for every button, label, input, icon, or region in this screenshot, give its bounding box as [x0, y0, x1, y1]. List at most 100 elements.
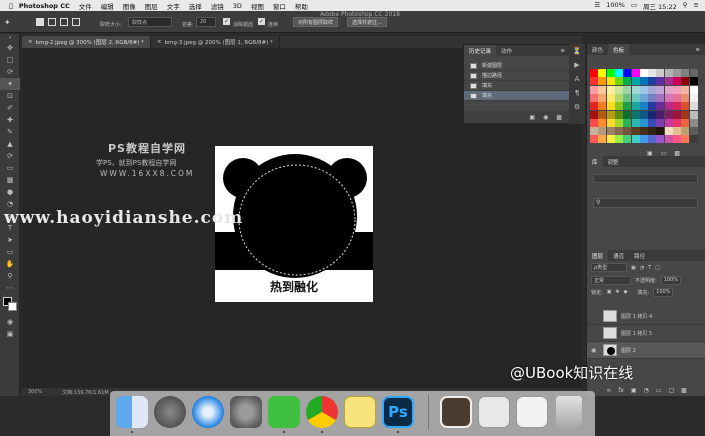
- library-select[interactable]: [593, 174, 698, 183]
- more-tools-icon[interactable]: ⋯: [0, 282, 20, 294]
- system-preferences-icon[interactable]: [230, 396, 262, 428]
- tolerance-input[interactable]: 20: [196, 17, 216, 27]
- color-swatch[interactable]: [590, 85, 598, 94]
- menu-type[interactable]: 文字: [167, 1, 180, 11]
- color-swatch[interactable]: [656, 93, 665, 102]
- new-layer-icon[interactable]: □: [668, 387, 674, 394]
- tab-color[interactable]: 颜色: [587, 46, 608, 54]
- color-swatch[interactable]: [614, 69, 623, 77]
- snapshot-icon[interactable]: ▣: [529, 114, 535, 121]
- color-swatch[interactable]: [631, 127, 640, 136]
- magic-wand-tool-icon[interactable]: ✦: [0, 78, 20, 90]
- color-swatch[interactable]: [623, 69, 632, 77]
- clock[interactable]: 周三 15:22: [643, 1, 677, 11]
- color-swatch[interactable]: [689, 110, 698, 119]
- zoom-tool-icon[interactable]: ⚲: [0, 270, 20, 282]
- menu-view[interactable]: 视图: [251, 1, 264, 11]
- color-swatch[interactable]: [656, 110, 665, 119]
- color-swatch[interactable]: [689, 93, 698, 102]
- color-swatch[interactable]: [681, 102, 690, 111]
- add-selection-icon[interactable]: [48, 18, 56, 26]
- color-swatch[interactable]: [614, 102, 623, 111]
- color-swatch[interactable]: [689, 77, 698, 86]
- color-swatch[interactable]: [639, 85, 648, 94]
- adjustment-icon[interactable]: ◔: [644, 387, 649, 394]
- color-swatch[interactable]: [614, 135, 623, 144]
- crop-tool-icon[interactable]: ⊡: [0, 90, 20, 102]
- color-swatch[interactable]: [590, 77, 598, 86]
- mask-icon[interactable]: ▣: [631, 387, 637, 394]
- blend-mode-select[interactable]: 正常: [591, 275, 631, 285]
- color-swatch[interactable]: [689, 127, 698, 136]
- menu-3d[interactable]: 3D: [233, 2, 242, 10]
- color-swatch[interactable]: [623, 85, 632, 94]
- shape-tool-icon[interactable]: ▭: [0, 246, 20, 258]
- window-thumb-2-icon[interactable]: [516, 396, 548, 428]
- eye-icon[interactable]: ◉: [591, 347, 599, 354]
- camera-icon[interactable]: ◉: [543, 114, 548, 121]
- color-swatch[interactable]: [623, 110, 632, 119]
- color-swatch[interactable]: [689, 85, 698, 94]
- color-swatch[interactable]: [673, 77, 681, 86]
- color-swatch[interactable]: [648, 118, 657, 127]
- color-swatch[interactable]: [631, 85, 640, 94]
- color-swatch[interactable]: [590, 69, 598, 77]
- color-swatch[interactable]: [648, 85, 657, 94]
- color-swatch[interactable]: [623, 135, 632, 144]
- menu-layer[interactable]: 图层: [145, 1, 158, 11]
- panel-menu-icon[interactable]: ≡: [555, 48, 570, 54]
- color-swatch[interactable]: [656, 135, 665, 144]
- marquee-tool-icon[interactable]: □: [0, 54, 20, 66]
- notes-icon[interactable]: [344, 396, 376, 428]
- color-swatch[interactable]: [681, 85, 690, 94]
- adjust-panel-icon[interactable]: ⚙: [569, 100, 585, 114]
- color-swatch[interactable]: [664, 135, 673, 144]
- color-swatch[interactable]: [598, 135, 607, 144]
- panel-menu-icon[interactable]: ≡: [690, 47, 705, 53]
- history-brush-tool-icon[interactable]: ⟳: [0, 150, 20, 162]
- color-swatch[interactable]: [681, 127, 690, 136]
- color-swatch[interactable]: [623, 127, 632, 136]
- wechat-icon[interactable]: [268, 396, 300, 428]
- menu-image[interactable]: 图像: [123, 1, 136, 11]
- color-swatch[interactable]: [648, 102, 657, 111]
- menu-list-icon[interactable]: ≡: [694, 1, 699, 11]
- color-swatch[interactable]: [590, 118, 598, 127]
- color-swatch[interactable]: [656, 77, 665, 86]
- color-swatch[interactable]: [673, 69, 681, 77]
- color-swatch[interactable]: [614, 93, 623, 102]
- apple-icon[interactable]: : [9, 2, 13, 10]
- search-icon[interactable]: ⚲: [683, 1, 688, 11]
- color-swatch[interactable]: [656, 118, 665, 127]
- magic-wand-tool-icon[interactable]: ✦: [4, 18, 11, 27]
- color-swatch[interactable]: [639, 69, 648, 77]
- sample-size-select[interactable]: 取样点: [128, 17, 172, 27]
- menu-file[interactable]: 文件: [79, 1, 92, 11]
- color-swatch[interactable]: [673, 93, 681, 102]
- layer-row-selected[interactable]: ◉ 图层 2: [587, 342, 705, 359]
- color-swatch[interactable]: [598, 102, 607, 111]
- color-swatch[interactable]: [590, 93, 598, 102]
- color-swatch[interactable]: [681, 110, 690, 119]
- menu-app-name[interactable]: Photoshop CC: [19, 2, 70, 10]
- history-item[interactable]: 描边路径: [464, 71, 570, 81]
- color-swatch[interactable]: [664, 102, 673, 111]
- color-swatch[interactable]: [639, 93, 648, 102]
- tab-doc-1[interactable]: × bmg-2.jpeg @ 300% (图层 2, RGB/8#) *: [22, 36, 151, 48]
- color-swatch[interactable]: [614, 118, 623, 127]
- color-swatch[interactable]: [606, 77, 615, 86]
- color-swatch[interactable]: [656, 69, 665, 77]
- color-swatch[interactable]: [606, 93, 615, 102]
- color-swatch[interactable]: [689, 102, 698, 111]
- color-swatch[interactable]: [673, 85, 681, 94]
- menu-select[interactable]: 选择: [189, 1, 202, 11]
- contiguous-checkbox[interactable]: ✓: [258, 18, 265, 25]
- color-swatch[interactable]: [614, 85, 623, 94]
- move-tool-icon[interactable]: ✥: [0, 42, 20, 54]
- color-swatch[interactable]: [689, 135, 698, 144]
- color-swatch[interactable]: [664, 118, 673, 127]
- character-panel-icon[interactable]: A: [569, 72, 585, 86]
- gradient-tool-icon[interactable]: ▩: [0, 174, 20, 186]
- color-swatch[interactable]: [648, 93, 657, 102]
- tab-adjustments[interactable]: 调整: [603, 158, 624, 166]
